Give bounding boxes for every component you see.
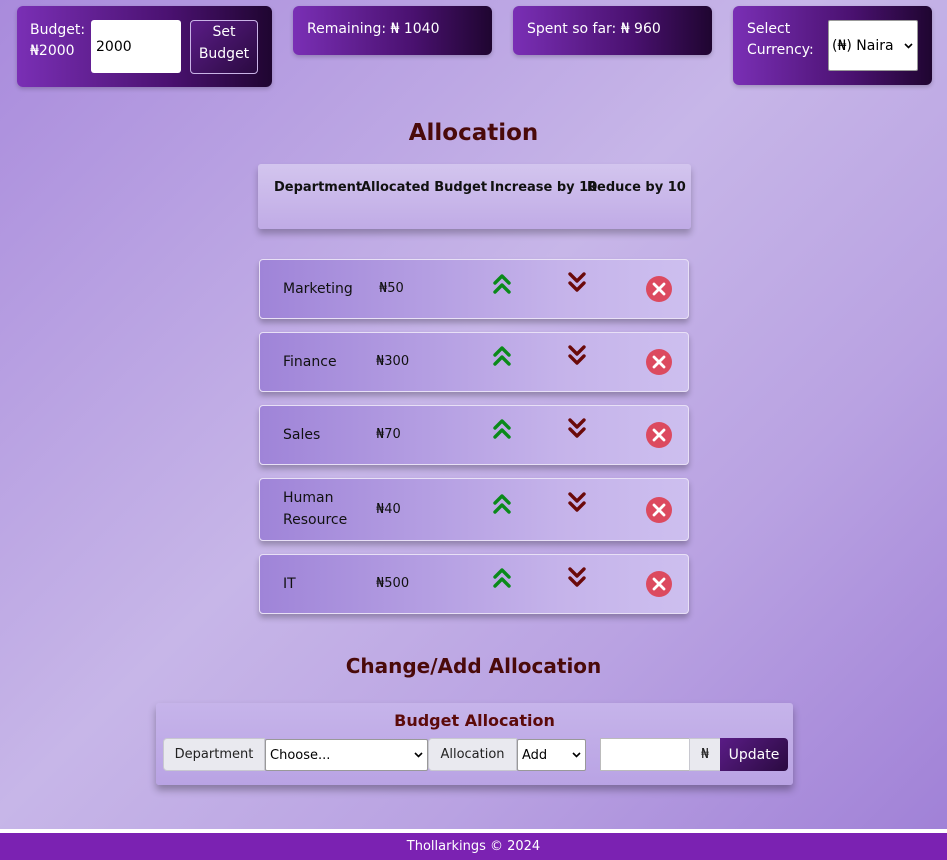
- row-amount: ₦70: [376, 427, 401, 442]
- row-department: Finance: [283, 354, 337, 370]
- allocation-row-finance: Finance ₦300: [259, 332, 689, 392]
- currency-label: Select Currency:: [747, 21, 814, 58]
- circle-x-icon[interactable]: [645, 348, 673, 376]
- header-increase: Increase by 10: [490, 180, 598, 195]
- row-department: IT: [283, 576, 296, 592]
- double-chevron-down-icon[interactable]: [567, 417, 587, 439]
- amount-input[interactable]: [600, 738, 690, 771]
- row-amount: ₦500: [376, 576, 410, 591]
- currency-selected-value: (₦) Naira: [832, 37, 894, 54]
- spent-card: Spent so far: ₦ 960: [513, 6, 712, 55]
- circle-x-icon[interactable]: [645, 275, 673, 303]
- double-chevron-up-icon[interactable]: [492, 418, 512, 440]
- spent-text: Spent so far: ₦ 960: [527, 21, 661, 37]
- double-chevron-down-icon[interactable]: [567, 271, 587, 293]
- currency-select[interactable]: (₦) Naira: [828, 20, 918, 71]
- double-chevron-down-icon[interactable]: [567, 491, 587, 513]
- header-allocated: Allocated Budget: [361, 180, 488, 195]
- circle-x-icon[interactable]: [645, 421, 673, 449]
- double-chevron-down-icon[interactable]: [567, 566, 587, 588]
- double-chevron-up-icon[interactable]: [492, 493, 512, 515]
- allocation-select-value: Add: [522, 747, 548, 763]
- header-reduce: Reduce by 10: [587, 180, 686, 195]
- remaining-text: Remaining: ₦ 1040: [307, 21, 440, 37]
- budget-label: Budget: ₦2000: [30, 22, 86, 59]
- double-chevron-up-icon[interactable]: [492, 567, 512, 589]
- allocation-title: Allocation: [408, 120, 539, 146]
- row-amount: ₦50: [379, 281, 404, 296]
- department-label: Department: [163, 738, 265, 771]
- allocation-row-it: IT ₦500: [259, 554, 689, 614]
- budget-allocation-form: Budget Allocation Department Choose... A…: [156, 703, 793, 785]
- chevron-down-icon: [414, 752, 423, 758]
- footer: Thollarkings © 2024: [0, 833, 947, 860]
- remaining-card: Remaining: ₦ 1040: [293, 6, 492, 55]
- form-title: Budget Allocation: [394, 711, 555, 730]
- budget-card: Budget: ₦2000 Set Budget: [17, 6, 272, 87]
- allocation-type-select[interactable]: Add: [517, 739, 586, 771]
- row-amount: ₦300: [376, 354, 410, 369]
- circle-x-icon[interactable]: [645, 570, 673, 598]
- chevron-down-icon: [572, 752, 581, 758]
- header-department: Department: [274, 180, 363, 195]
- double-chevron-down-icon[interactable]: [567, 344, 587, 366]
- set-budget-button[interactable]: Set Budget: [190, 20, 258, 74]
- chevron-down-icon: [904, 42, 913, 49]
- double-chevron-up-icon[interactable]: [492, 273, 512, 295]
- allocation-label: Allocation: [428, 738, 517, 771]
- allocation-table-header: Department Allocated Budget Increase by …: [258, 164, 691, 229]
- department-select-value: Choose...: [270, 747, 331, 763]
- update-button[interactable]: Update: [720, 738, 788, 771]
- budget-input[interactable]: [91, 20, 181, 73]
- allocation-row-human-resource: Human Resource ₦40: [259, 478, 689, 541]
- row-department: Sales: [283, 427, 321, 443]
- row-amount: ₦40: [376, 502, 401, 517]
- double-chevron-up-icon[interactable]: [492, 345, 512, 367]
- department-select[interactable]: Choose...: [265, 739, 428, 771]
- currency-card: Select Currency: (₦) Naira: [733, 6, 932, 85]
- allocation-row-marketing: Marketing ₦50: [259, 259, 689, 319]
- allocation-row-sales: Sales ₦70: [259, 405, 689, 465]
- currency-symbol: ₦: [689, 738, 721, 771]
- row-department: Marketing: [283, 281, 353, 297]
- change-allocation-title: Change/Add Allocation: [345, 654, 602, 678]
- row-department: Human Resource: [283, 490, 348, 528]
- circle-x-icon[interactable]: [645, 496, 673, 524]
